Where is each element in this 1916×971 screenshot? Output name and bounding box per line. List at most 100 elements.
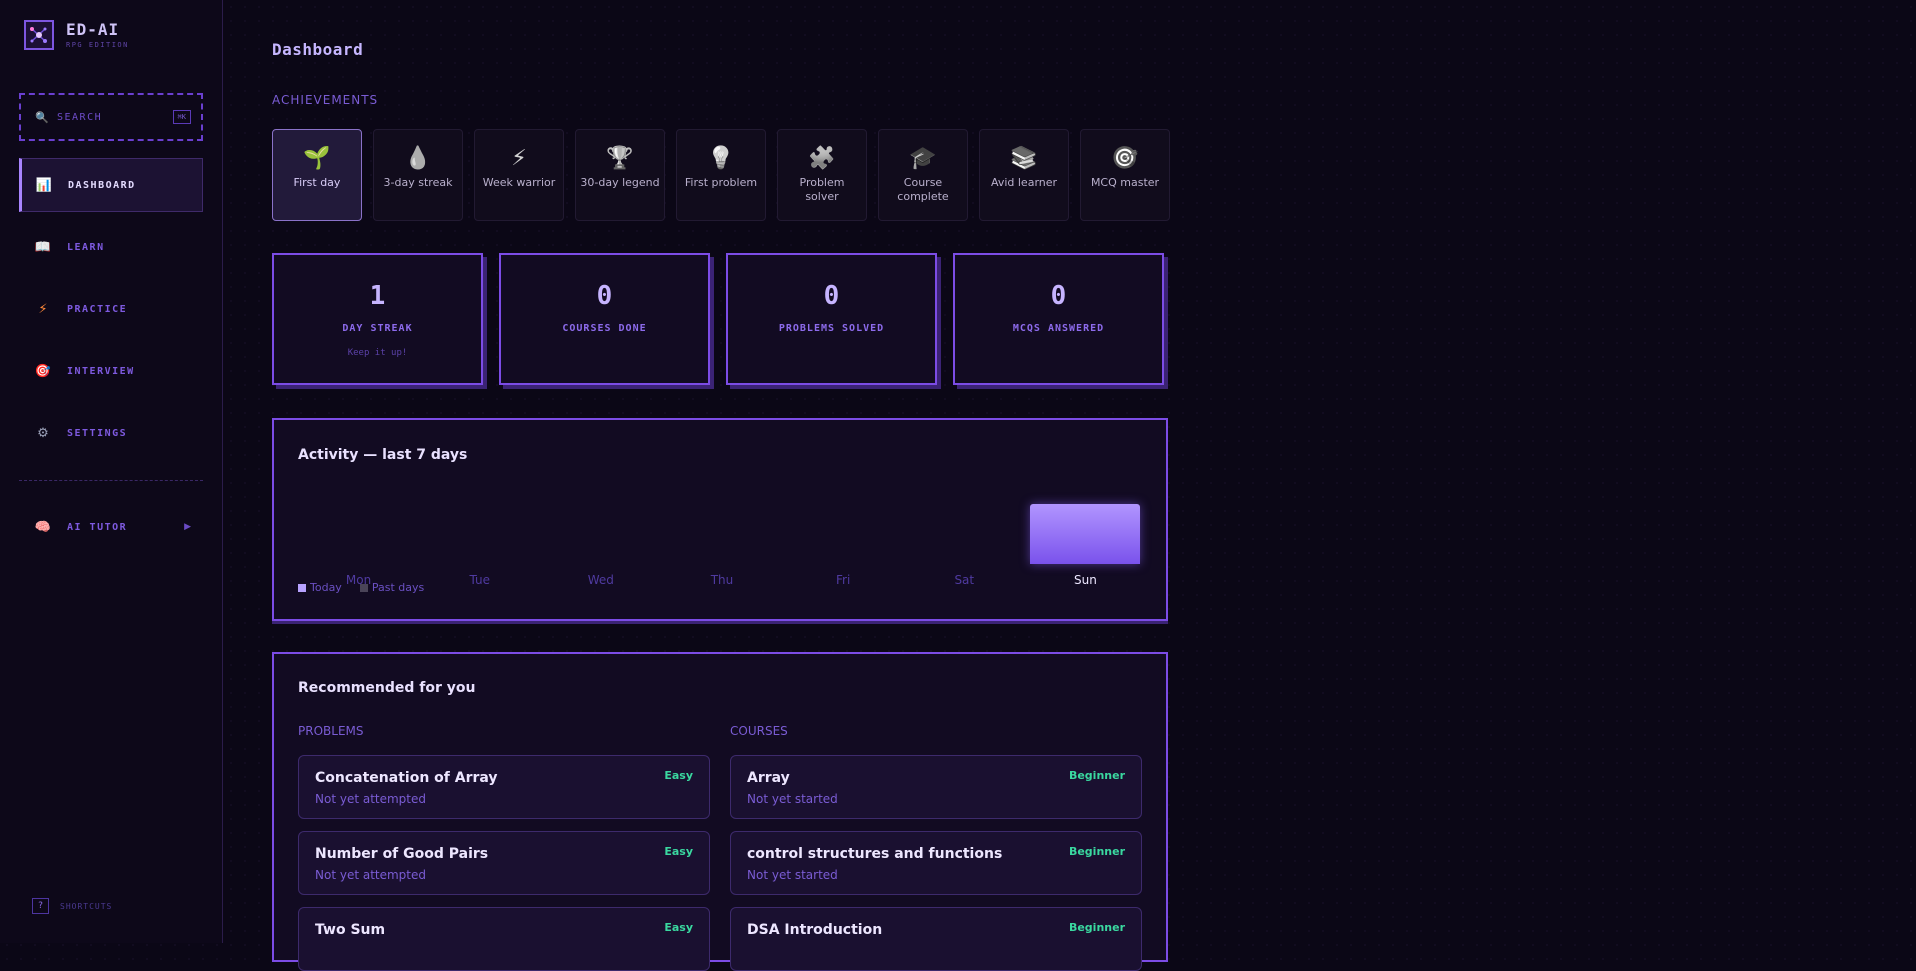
stat-label: PROBLEMS SOLVED <box>778 323 885 334</box>
achievement-label: 30-day legend <box>580 176 660 189</box>
achievement-label: First problem <box>684 176 758 189</box>
page-title: Dashboard <box>272 40 364 59</box>
difficulty-badge: Easy <box>664 921 693 934</box>
problem-card[interactable]: Concatenation of Array Not yet attempted… <box>298 755 710 819</box>
activity-day-label: Fri <box>835 573 851 587</box>
app-subtitle: RPG EDITION <box>66 41 129 49</box>
sprout-icon: 🌱 <box>303 146 331 171</box>
sidebar-item-dashboard[interactable]: 📊 DASHBOARD <box>19 158 203 212</box>
stat-value: 1 <box>369 281 386 311</box>
stat-problems-solved: 0 PROBLEMS SOLVED <box>726 253 937 385</box>
course-title: DSA Introduction <box>747 922 883 938</box>
sidebar-item-learn[interactable]: 📖 LEARN <box>19 220 203 274</box>
course-card[interactable]: control structures and functions Not yet… <box>730 831 1142 895</box>
course-card[interactable]: DSA Introduction Beginner <box>730 907 1142 971</box>
achievement-label: MCQ master <box>1090 176 1160 189</box>
logo-icon <box>24 20 54 50</box>
stat-label: COURSES DONE <box>562 323 647 334</box>
app-title: ED-AI <box>66 20 120 39</box>
course-status: Not yet started <box>747 792 838 806</box>
achievement-label: Course complete <box>897 176 949 203</box>
problems-heading: PROBLEMS <box>298 724 364 738</box>
stat-label: MCQS ANSWERED <box>1012 323 1105 334</box>
sidebar-divider <box>19 480 203 481</box>
achievement-avid-learner[interactable]: 📚 Avid learner <box>979 129 1069 221</box>
sidebar-item-ai-tutor[interactable]: 🧠 AI TUTOR ▶ <box>19 500 203 554</box>
sidebar-item-settings[interactable]: ⚙ SETTINGS <box>19 406 203 460</box>
level-badge: Beginner <box>1068 921 1125 934</box>
achievement-label: Problem solver <box>799 176 845 203</box>
achievement-week-warrior[interactable]: ⚡ Week warrior <box>474 129 564 221</box>
course-card[interactable]: Array Not yet started Beginner <box>730 755 1142 819</box>
courses-heading: COURSES <box>730 724 788 738</box>
lightbulb-icon: 💡 <box>707 146 735 171</box>
sidebar-item-label: AI TUTOR <box>67 521 128 533</box>
stat-value: 0 <box>596 281 613 311</box>
course-title: control structures and functions <box>747 846 1003 862</box>
difficulty-badge: Easy <box>664 845 693 858</box>
target-icon: 🎯 <box>1111 146 1139 171</box>
course-status: Not yet started <box>747 868 838 882</box>
expand-arrow-icon[interactable]: ▶ <box>184 522 191 532</box>
problem-status: Not yet attempted <box>315 792 426 806</box>
achievement-mcq-master[interactable]: 🎯 MCQ master <box>1080 129 1170 221</box>
droplet-icon: 💧 <box>404 146 432 171</box>
problem-title: Two Sum <box>315 922 386 938</box>
stat-note: Keep it up! <box>347 348 408 358</box>
stat-day-streak: 1 DAY STREAK Keep it up! <box>272 253 483 385</box>
achievement-label: Avid learner <box>990 176 1058 189</box>
bar-chart-icon: 📊 <box>35 177 53 193</box>
activity-day-label: Mon <box>345 573 372 587</box>
trophy-icon: 🏆 <box>606 146 634 171</box>
activity-title: Activity — last 7 days <box>298 447 468 463</box>
achievement-course-complete[interactable]: 🎓 Course complete <box>878 129 968 221</box>
stat-courses-done: 0 COURSES DONE <box>499 253 710 385</box>
sidebar-item-label: INTERVIEW <box>67 365 135 377</box>
sidebar-item-practice[interactable]: ⚡ PRACTICE <box>19 282 203 336</box>
achievement-first-day[interactable]: 🌱 First day <box>272 129 362 221</box>
activity-day-label: Tue <box>469 573 490 587</box>
activity-day-label: Thu <box>710 573 734 587</box>
problem-card[interactable]: Two Sum Easy <box>298 907 710 971</box>
lightning-icon: ⚡ <box>511 146 527 171</box>
gear-icon: ⚙ <box>37 425 49 441</box>
activity-bar-sun <box>1030 504 1141 564</box>
activity-day-label: Sun <box>1074 573 1097 587</box>
recommended-panel: Recommended for you PROBLEMS COURSES Con… <box>272 652 1168 971</box>
activity-day-label: Sat <box>954 573 975 587</box>
sidebar-item-interview[interactable]: 🎯 INTERVIEW <box>19 344 203 398</box>
achievement-label: First day <box>293 176 341 189</box>
shortcuts-button[interactable]: ? SHORTCUTS <box>32 898 112 914</box>
sidebar-item-label: LEARN <box>67 241 105 253</box>
lightning-icon: ⚡ <box>38 301 48 317</box>
stat-value: 0 <box>1050 281 1067 311</box>
stat-mcqs-answered: 0 MCQS ANSWERED <box>953 253 1164 385</box>
stats-row: 1 DAY STREAK Keep it up! 0 COURSES DONE … <box>272 253 1164 385</box>
shortcuts-label: SHORTCUTS <box>60 901 113 911</box>
puzzle-icon: 🧩 <box>808 146 836 171</box>
stat-label: DAY STREAK <box>342 323 413 334</box>
search-shortcut-hint: ⌘K <box>172 110 191 124</box>
search-input[interactable]: 🔍 SEARCH ⌘K <box>19 93 203 141</box>
recommended-title: Recommended for you <box>298 680 476 696</box>
problem-card[interactable]: Number of Good Pairs Not yet attempted E… <box>298 831 710 895</box>
achievement-first-problem[interactable]: 💡 First problem <box>676 129 766 221</box>
level-badge: Beginner <box>1068 845 1125 858</box>
sidebar: ED-AI RPG EDITION 🔍 SEARCH ⌘K 📊 DASHBOAR… <box>0 0 223 943</box>
search-placeholder: SEARCH <box>57 111 103 123</box>
problem-title: Number of Good Pairs <box>315 846 489 862</box>
activity-panel: Activity — last 7 days Today Past days M… <box>272 418 1168 621</box>
problem-status: Not yet attempted <box>315 868 426 882</box>
brand[interactable]: ED-AI RPG EDITION <box>24 20 129 50</box>
achievement-3-day-streak[interactable]: 💧 3-day streak <box>373 129 463 221</box>
help-icon: ? <box>32 898 49 914</box>
level-badge: Beginner <box>1068 769 1125 782</box>
achievement-problem-solver[interactable]: 🧩 Problem solver <box>777 129 867 221</box>
achievement-label: 3-day streak <box>383 176 453 189</box>
target-icon: 🎯 <box>34 363 52 379</box>
achievement-30-day-legend[interactable]: 🏆 30-day legend <box>575 129 665 221</box>
achievement-label: Week warrior <box>482 176 556 189</box>
search-icon: 🔍 <box>35 110 49 124</box>
achievements-heading: ACHIEVEMENTS <box>272 93 379 107</box>
graduation-cap-icon: 🎓 <box>909 146 937 171</box>
